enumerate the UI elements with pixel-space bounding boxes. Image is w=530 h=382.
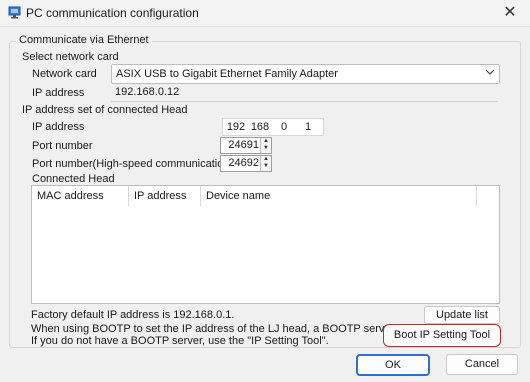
- column-header-device[interactable]: Device name: [201, 186, 477, 206]
- ip-octet-1[interactable]: 192: [224, 121, 248, 133]
- network-card-label: Network card: [32, 68, 97, 80]
- close-icon[interactable]: ✕: [496, 2, 524, 24]
- hs-port-label: Port number(High-speed communication): [32, 158, 234, 170]
- ip-address-label: IP address: [32, 87, 85, 99]
- caret-up-icon[interactable]: ▲: [261, 156, 271, 163]
- title-bar: PC communication configuration ✕: [0, 0, 530, 27]
- network-card-select[interactable]: ASIX USB to Gigabit Ethernet Family Adap…: [111, 64, 500, 84]
- network-section-label: Select network card: [22, 51, 119, 63]
- port-label: Port number: [32, 140, 93, 152]
- connected-head-label: Connected Head: [32, 173, 115, 185]
- ok-button[interactable]: OK: [356, 354, 430, 376]
- column-header-ip[interactable]: IP address: [129, 186, 201, 206]
- hs-port-stepper[interactable]: 24692 ▲ ▼: [220, 155, 272, 172]
- chevron-down-icon[interactable]: [485, 67, 495, 80]
- ip-octet-2[interactable]: 168: [248, 121, 272, 133]
- head-ip-input[interactable]: 192 168 0 1: [222, 118, 324, 136]
- network-card-value: ASIX USB to Gigabit Ethernet Family Adap…: [116, 68, 338, 80]
- ip-octet-3[interactable]: 0: [272, 121, 296, 133]
- head-ip-label: IP address: [32, 121, 85, 133]
- hs-port-spin-buttons[interactable]: ▲ ▼: [260, 156, 271, 171]
- ip-address-value: 192.168.0.12: [115, 86, 180, 98]
- caret-down-icon[interactable]: ▼: [261, 163, 271, 170]
- port-value[interactable]: 24691: [228, 139, 259, 151]
- boot-ip-setting-tool-button[interactable]: Boot IP Setting Tool: [383, 324, 501, 347]
- update-list-button[interactable]: Update list: [424, 306, 500, 324]
- head-section-label: IP address set of connected Head: [22, 104, 188, 116]
- caret-down-icon[interactable]: ▼: [261, 145, 271, 152]
- port-stepper[interactable]: 24691 ▲ ▼: [220, 137, 272, 154]
- connected-head-list[interactable]: MAC address IP address Device name: [31, 185, 500, 304]
- column-header-mac[interactable]: MAC address: [32, 186, 129, 206]
- ip-octet-4[interactable]: 1: [296, 121, 320, 133]
- ip-address-field: 192.168.0.12: [111, 84, 498, 102]
- port-spin-buttons[interactable]: ▲ ▼: [260, 138, 271, 153]
- hs-port-value[interactable]: 24692: [228, 157, 259, 169]
- ethernet-group-title: Communicate via Ethernet: [16, 34, 152, 46]
- caret-up-icon[interactable]: ▲: [261, 138, 271, 145]
- pc-network-icon: [8, 6, 21, 19]
- window-title: PC communication configuration: [26, 6, 199, 20]
- bootp-note-line2: If you do not have a BOOTP server, use t…: [31, 335, 329, 347]
- factory-default-text: Factory default IP address is 192.168.0.…: [31, 309, 235, 321]
- cancel-button[interactable]: Cancel: [446, 354, 518, 375]
